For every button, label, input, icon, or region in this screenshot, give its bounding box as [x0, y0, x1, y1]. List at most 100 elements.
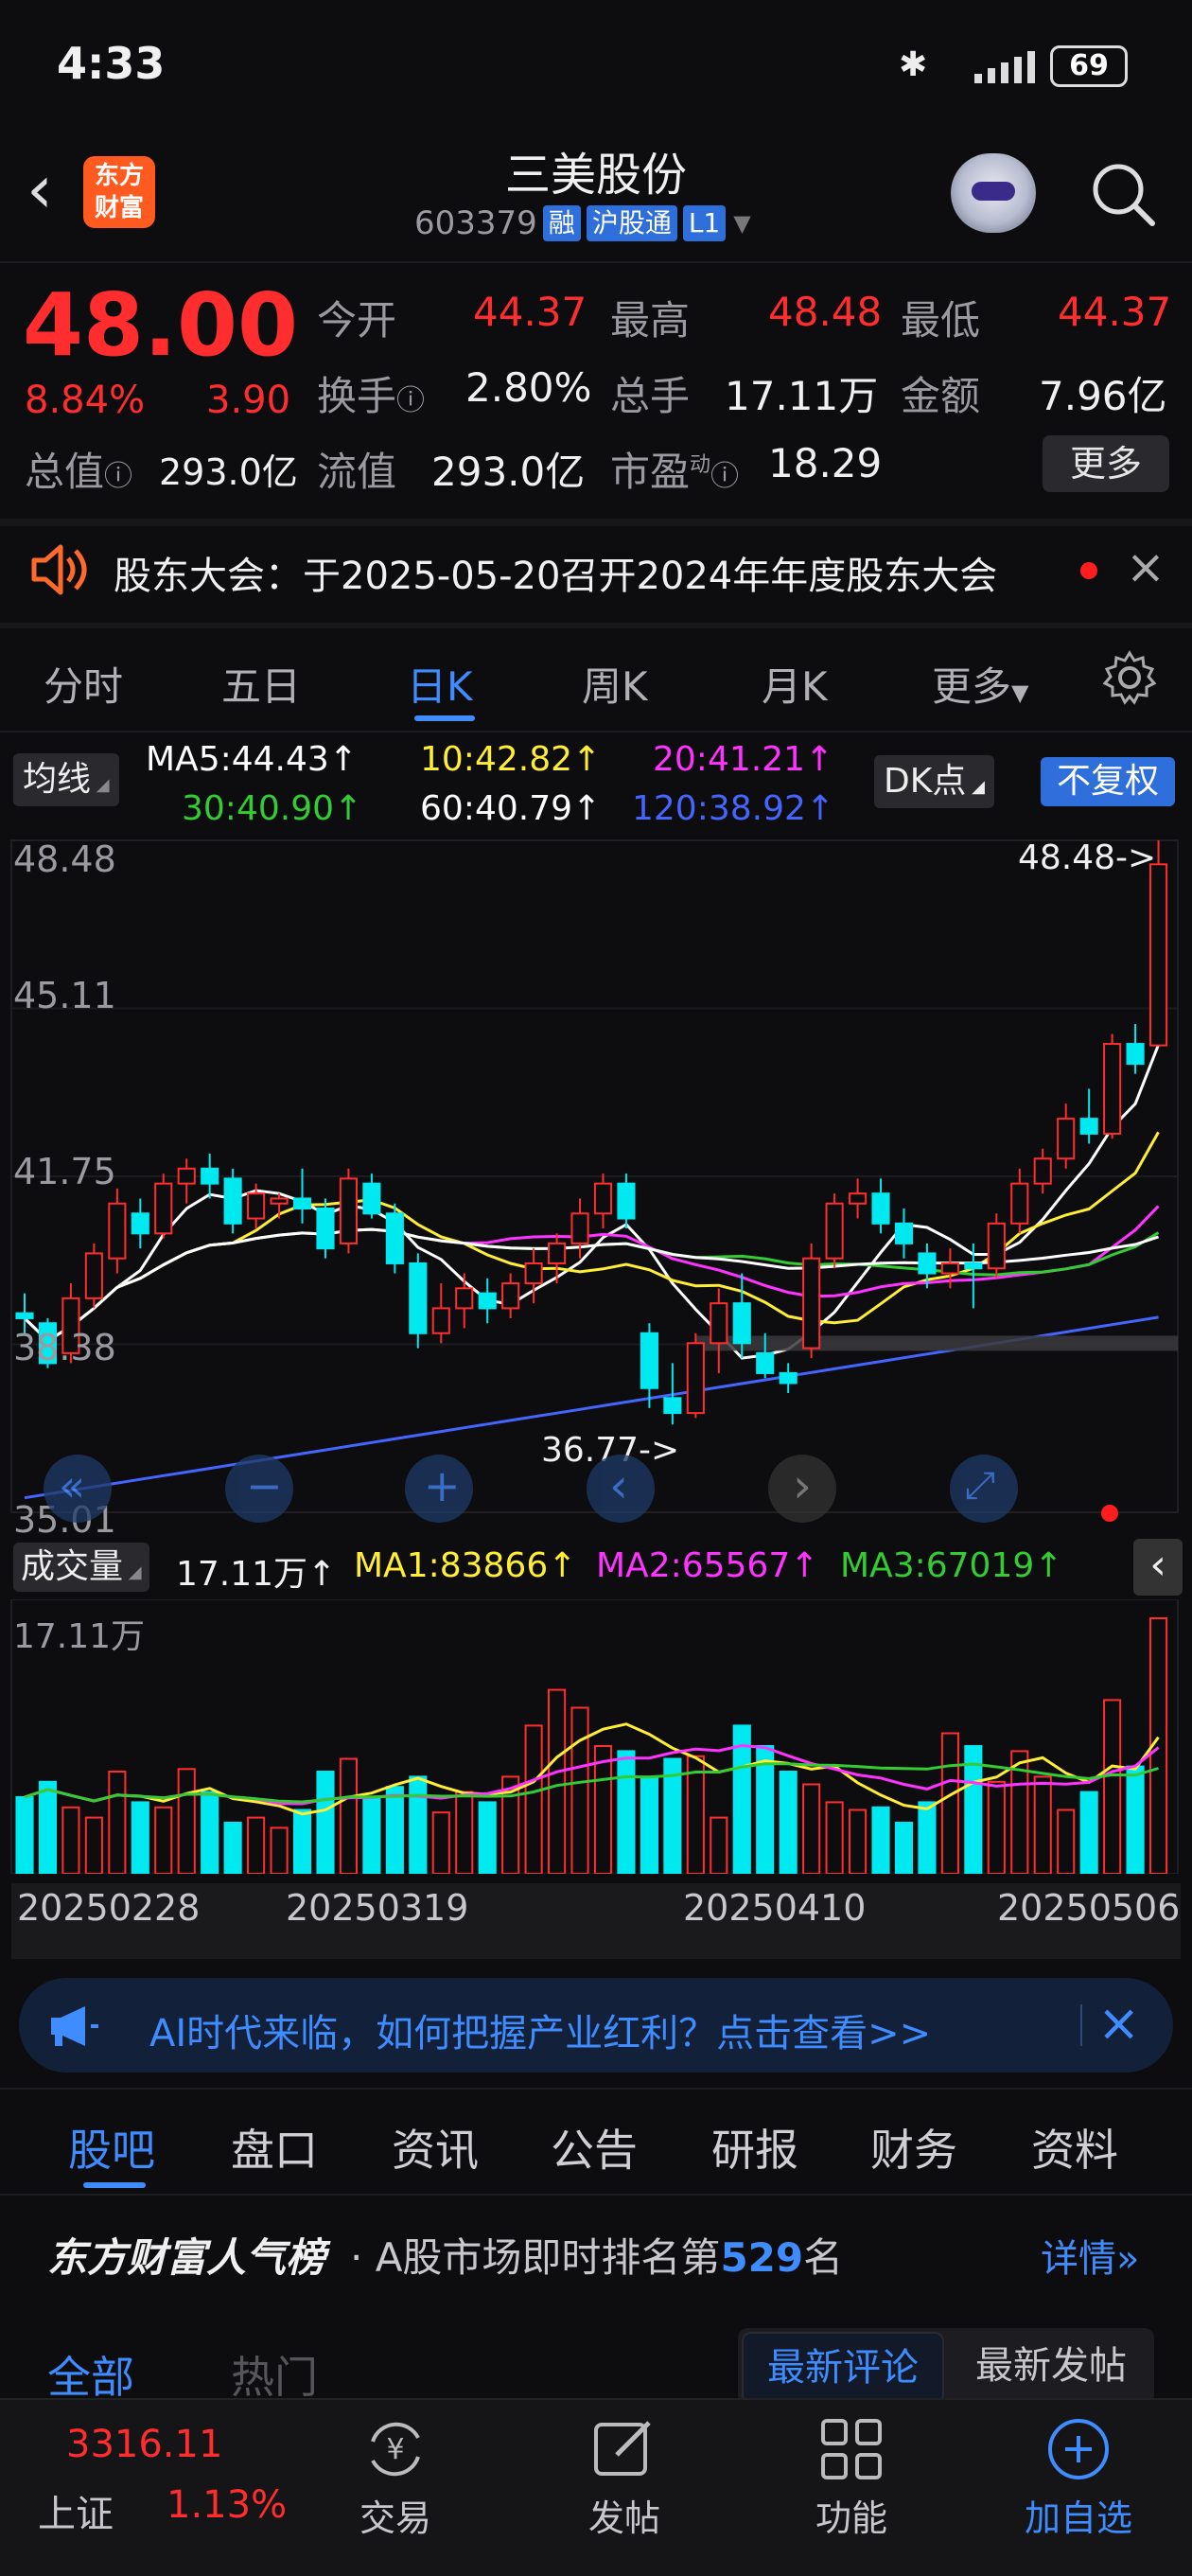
volume-bar[interactable]: [201, 1791, 219, 1874]
candle[interactable]: [1033, 1157, 1052, 1185]
candle[interactable]: [15, 1312, 34, 1319]
volume-bar[interactable]: [1079, 1791, 1098, 1874]
chevron-down-icon[interactable]: ▼: [733, 210, 750, 237]
post-icon[interactable]: [588, 2413, 660, 2485]
functions-grid-icon[interactable]: [815, 2413, 887, 2485]
volume-bar[interactable]: [710, 1816, 728, 1874]
volume-bar[interactable]: [409, 1775, 428, 1874]
add-watchlist-label[interactable]: 加自选: [984, 2489, 1173, 2541]
candle[interactable]: [1079, 1118, 1098, 1135]
volume-bar[interactable]: [339, 1757, 359, 1875]
candle[interactable]: [825, 1202, 844, 1260]
section-tab-announcement[interactable]: 公告: [551, 2116, 638, 2179]
candle[interactable]: [292, 1197, 312, 1209]
section-tab-forum[interactable]: 股吧: [68, 2116, 155, 2179]
more-button[interactable]: 更多: [1043, 435, 1169, 492]
fullscreen-button[interactable]: ⤢: [950, 1455, 1018, 1523]
volume-bar[interactable]: [918, 1801, 937, 1874]
volume-bar[interactable]: [825, 1801, 844, 1874]
volume-bar[interactable]: [640, 1775, 658, 1874]
volume-bar[interactable]: [38, 1780, 58, 1874]
tab-monthly-k[interactable]: 月K: [762, 655, 828, 713]
zoom-out-button[interactable]: −: [225, 1455, 293, 1523]
volume-bar[interactable]: [570, 1706, 589, 1875]
trade-icon[interactable]: ¥: [359, 2413, 431, 2485]
section-tab-orderbook[interactable]: 盘口: [231, 2116, 318, 2179]
candle[interactable]: [663, 1397, 682, 1415]
volume-bar[interactable]: [61, 1806, 80, 1874]
add-watchlist-icon[interactable]: [1043, 2413, 1114, 2485]
volume-bar[interactable]: [177, 1768, 196, 1874]
candle[interactable]: [617, 1182, 636, 1220]
candle[interactable]: [779, 1371, 798, 1385]
functions-label[interactable]: 功能: [757, 2489, 946, 2541]
candle[interactable]: [548, 1242, 567, 1264]
volume-bar[interactable]: [362, 1796, 381, 1874]
candle[interactable]: [802, 1257, 821, 1350]
volume-bar[interactable]: [871, 1806, 890, 1874]
candle[interactable]: [570, 1212, 589, 1244]
candle[interactable]: [270, 1197, 289, 1205]
info-icon[interactable]: ⓘ: [710, 460, 739, 493]
section-tab-finance[interactable]: 财务: [870, 2116, 957, 2179]
candle[interactable]: [593, 1182, 613, 1215]
volume-bar[interactable]: [940, 1732, 959, 1875]
volume-bar[interactable]: [1057, 1808, 1076, 1875]
volume-bar[interactable]: [316, 1771, 335, 1874]
volume-bar[interactable]: [524, 1724, 543, 1874]
candle[interactable]: [940, 1262, 959, 1275]
sort-latest-comment[interactable]: 最新评论: [742, 2332, 944, 2404]
filter-hot[interactable]: 热门: [231, 2343, 318, 2406]
step-right-button[interactable]: ›: [768, 1455, 836, 1523]
candle[interactable]: [455, 1287, 474, 1310]
robot-avatar-icon[interactable]: [951, 153, 1036, 233]
volume-bar[interactable]: [1126, 1765, 1145, 1874]
tab-weekly-k[interactable]: 周K: [582, 655, 648, 713]
candle[interactable]: [640, 1332, 658, 1389]
candle[interactable]: [108, 1202, 127, 1260]
info-icon[interactable]: ⓘ: [396, 384, 425, 417]
volume-bar[interactable]: [894, 1822, 914, 1874]
volume-chart[interactable]: [0, 1599, 1192, 1874]
volume-bar[interactable]: [154, 1806, 173, 1874]
candle[interactable]: [1103, 1043, 1122, 1135]
tab-daily-k[interactable]: 日K: [407, 655, 473, 713]
volume-bar[interactable]: [848, 1808, 868, 1875]
volume-bar[interactable]: [385, 1786, 404, 1874]
adjust-button[interactable]: 不复权: [1041, 757, 1175, 806]
ad-text[interactable]: AI时代来临，如何把握产业红利？点击查看>>: [149, 2003, 931, 2057]
volume-bar[interactable]: [108, 1771, 127, 1874]
candlestick-chart[interactable]: [0, 833, 1192, 1533]
search-icon[interactable]: [1088, 159, 1156, 227]
volume-bar[interactable]: [431, 1811, 450, 1874]
candle[interactable]: [385, 1212, 404, 1264]
candle[interactable]: [154, 1182, 173, 1235]
volume-bar[interactable]: [478, 1801, 497, 1874]
close-ad-icon[interactable]: ×: [1097, 1993, 1140, 2053]
candle[interactable]: [223, 1177, 242, 1225]
volume-bar[interactable]: [802, 1783, 821, 1875]
candle[interactable]: [1126, 1043, 1145, 1066]
candle[interactable]: [871, 1192, 890, 1225]
candle[interactable]: [362, 1182, 381, 1215]
volume-bar[interactable]: [15, 1796, 34, 1874]
tab-five-day[interactable]: 五日: [221, 655, 301, 713]
settings-gear-icon[interactable]: [1101, 649, 1158, 706]
candle[interactable]: [894, 1222, 914, 1244]
candle[interactable]: [478, 1292, 497, 1310]
candle[interactable]: [1148, 863, 1168, 1047]
tab-more[interactable]: 更多▼: [932, 655, 1028, 713]
index-value[interactable]: 3316.11: [66, 2423, 222, 2466]
candle[interactable]: [918, 1252, 937, 1275]
volume-bar[interactable]: [987, 1780, 1006, 1874]
candle[interactable]: [964, 1262, 983, 1270]
volume-bar[interactable]: [593, 1745, 613, 1874]
dk-point-toggle[interactable]: DK点 ◢: [874, 755, 994, 808]
filter-all[interactable]: 全部: [47, 2343, 134, 2406]
candle[interactable]: [732, 1302, 751, 1345]
trade-label[interactable]: 交易: [301, 2489, 490, 2541]
tab-intraday[interactable]: 分时: [44, 655, 123, 713]
info-icon[interactable]: ⓘ: [104, 460, 132, 493]
volume-bar[interactable]: [548, 1688, 567, 1874]
index-change-pct[interactable]: 1.13%: [167, 2483, 287, 2527]
